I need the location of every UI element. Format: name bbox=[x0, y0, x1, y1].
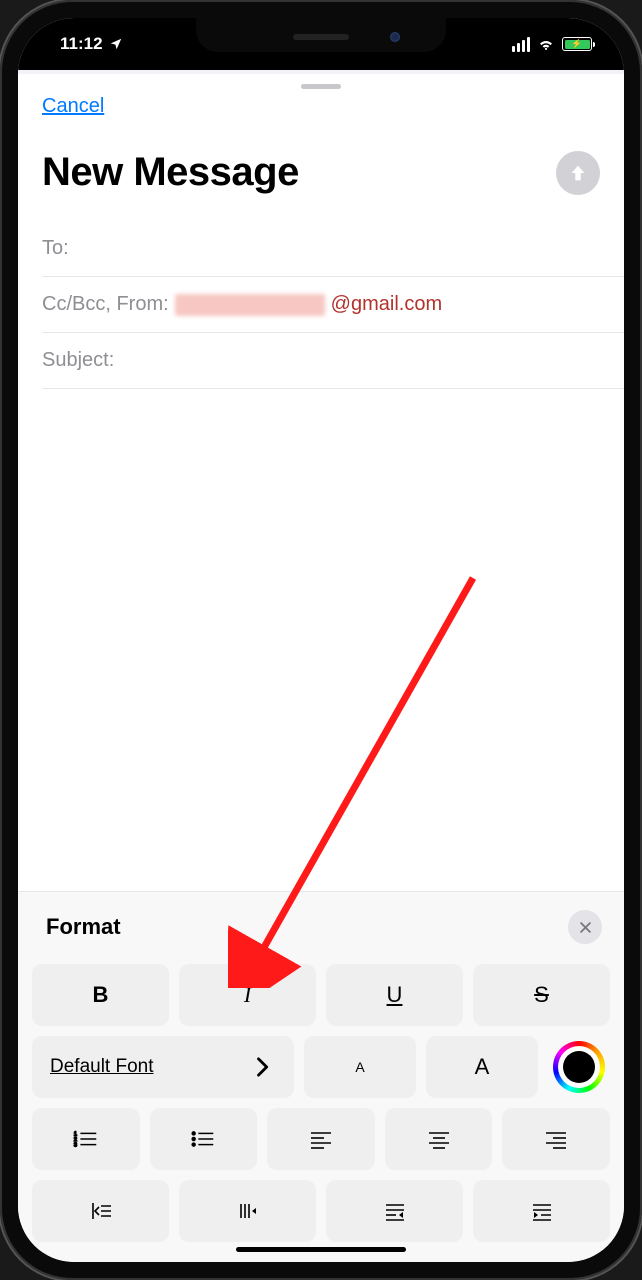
indent-style-button[interactable] bbox=[179, 1180, 316, 1242]
bullet-list-button[interactable] bbox=[150, 1108, 258, 1170]
underline-button[interactable]: U bbox=[326, 964, 463, 1026]
cancel-button[interactable]: Cancel bbox=[42, 95, 104, 118]
cellular-signal-icon bbox=[512, 37, 530, 52]
sheet-grabber[interactable] bbox=[301, 84, 341, 89]
quote-level-icon bbox=[87, 1197, 115, 1225]
format-title: Format bbox=[46, 914, 121, 940]
chevron-right-icon bbox=[248, 1053, 276, 1081]
page-title: New Message bbox=[42, 150, 299, 195]
notch bbox=[196, 18, 446, 52]
numbered-list-icon: 123 bbox=[72, 1125, 100, 1153]
bold-button[interactable]: B bbox=[32, 964, 169, 1026]
italic-button[interactable]: I bbox=[179, 964, 316, 1026]
color-wheel-icon bbox=[553, 1041, 605, 1093]
align-left-button[interactable] bbox=[267, 1108, 375, 1170]
font-size-smaller-button[interactable]: A bbox=[304, 1036, 416, 1098]
arrow-up-icon bbox=[567, 162, 589, 184]
text-color-button[interactable] bbox=[548, 1036, 610, 1098]
wifi-icon bbox=[537, 37, 555, 51]
align-right-icon bbox=[542, 1125, 570, 1153]
subject-field[interactable]: Subject: bbox=[42, 333, 624, 389]
numbered-list-button[interactable]: 123 bbox=[32, 1108, 140, 1170]
quote-level-button[interactable] bbox=[32, 1180, 169, 1242]
svg-text:3: 3 bbox=[74, 1142, 77, 1148]
screen: 11:12 ⚡ Cancel New Message To: bbox=[18, 18, 624, 1262]
home-indicator[interactable] bbox=[236, 1247, 406, 1252]
font-label: Default Font bbox=[50, 1056, 154, 1078]
location-icon bbox=[109, 37, 123, 51]
close-icon bbox=[578, 920, 593, 935]
close-format-button[interactable] bbox=[568, 910, 602, 944]
redacted-from-address bbox=[175, 294, 325, 316]
ccbcc-label: Cc/Bcc, From: bbox=[42, 293, 169, 316]
align-center-icon bbox=[425, 1125, 453, 1153]
to-field[interactable]: To: bbox=[42, 221, 624, 277]
ccbcc-from-field[interactable]: Cc/Bcc, From: @gmail.com bbox=[42, 277, 624, 333]
decrease-indent-icon bbox=[381, 1197, 409, 1225]
increase-indent-button[interactable] bbox=[473, 1180, 610, 1242]
bullet-list-icon bbox=[189, 1125, 217, 1153]
to-label: To: bbox=[42, 237, 69, 260]
subject-label: Subject: bbox=[42, 349, 114, 372]
device-frame: 11:12 ⚡ Cancel New Message To: bbox=[0, 0, 642, 1280]
indent-style-icon bbox=[234, 1197, 262, 1225]
align-right-button[interactable] bbox=[502, 1108, 610, 1170]
format-panel: Format B I U S Default Font A A bbox=[18, 891, 624, 1262]
strikethrough-button[interactable]: S bbox=[473, 964, 610, 1026]
message-body[interactable] bbox=[18, 389, 624, 891]
decrease-indent-button[interactable] bbox=[326, 1180, 463, 1242]
status-time: 11:12 bbox=[60, 34, 103, 54]
battery-icon: ⚡ bbox=[562, 37, 592, 51]
send-button[interactable] bbox=[556, 151, 600, 195]
align-center-button[interactable] bbox=[385, 1108, 493, 1170]
align-left-icon bbox=[307, 1125, 335, 1153]
increase-indent-icon bbox=[528, 1197, 556, 1225]
from-email-suffix: @gmail.com bbox=[331, 293, 442, 316]
font-picker-button[interactable]: Default Font bbox=[32, 1036, 294, 1098]
font-size-larger-button[interactable]: A bbox=[426, 1036, 538, 1098]
